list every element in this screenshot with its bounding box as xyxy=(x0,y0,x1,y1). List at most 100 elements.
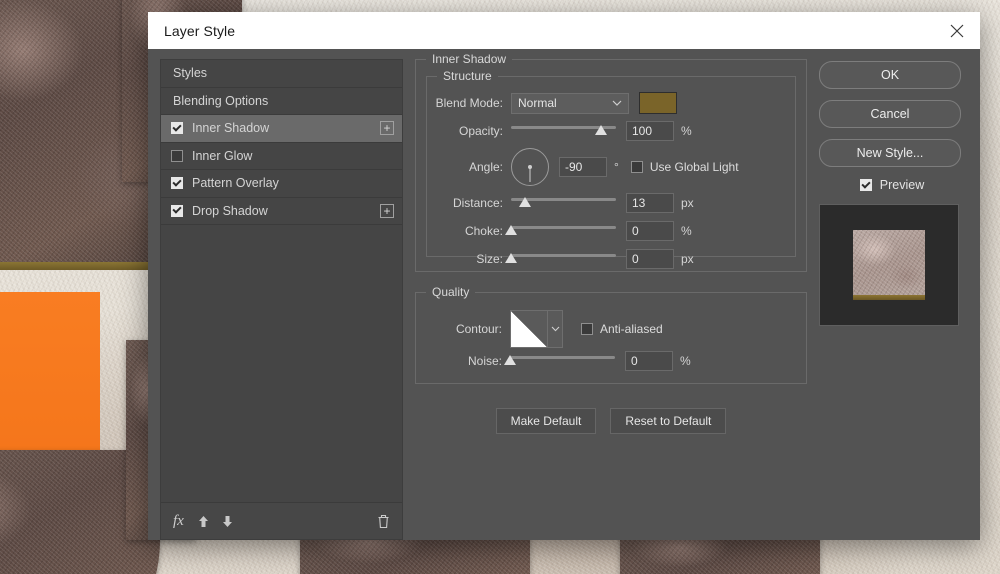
use-global-light-row[interactable]: Use Global Light xyxy=(630,160,739,174)
opacity-slider[interactable] xyxy=(511,122,616,140)
noise-unit: % xyxy=(680,354,691,368)
noise-slider-track xyxy=(510,356,615,359)
styles-list: Styles Blending Options Inner Shadow + I… xyxy=(161,60,402,502)
use-global-light-label: Use Global Light xyxy=(649,160,739,174)
size-row: Size: 0 px xyxy=(427,247,795,271)
blend-mode-row: Blend Mode: Normal xyxy=(427,91,795,115)
angle-unit: ° xyxy=(614,160,619,174)
noise-slider-thumb[interactable] xyxy=(504,355,516,365)
contour-label: Contour: xyxy=(455,322,502,336)
sidebar-item-inner-shadow[interactable]: Inner Shadow + xyxy=(161,115,402,143)
angle-dial[interactable] xyxy=(511,148,549,186)
anti-aliased-label: Anti-aliased xyxy=(600,322,663,336)
quality-group-title: Quality xyxy=(426,285,476,299)
size-slider-thumb[interactable] xyxy=(505,253,517,263)
effect-settings-panel: Inner Shadow Structure Blend Mode: Norma… xyxy=(415,52,807,540)
choke-slider[interactable] xyxy=(505,222,616,240)
pattern-overlay-checkbox[interactable] xyxy=(171,177,183,190)
sidebar-item-blending-options[interactable]: Blending Options xyxy=(161,88,402,115)
screen: Layer Style Styles Blending Options Inne… xyxy=(0,0,1000,574)
structure-group: Structure Blend Mode: Normal Opacity: 10… xyxy=(426,69,796,269)
preview-checkbox[interactable] xyxy=(859,179,872,191)
contour-preview[interactable] xyxy=(510,310,548,348)
default-buttons-row: Make Default Reset to Default xyxy=(415,408,807,434)
fx-icon[interactable]: fx xyxy=(173,513,184,530)
add-drop-shadow-icon[interactable]: + xyxy=(380,203,394,218)
sidebar-item-drop-shadow[interactable]: Drop Shadow + xyxy=(161,198,402,225)
inner-glow-checkbox[interactable] xyxy=(171,149,183,162)
inner-shadow-group-title: Inner Shadow xyxy=(426,52,513,66)
sidebar-item-pattern-overlay[interactable]: Pattern Overlay xyxy=(161,170,402,198)
angle-input[interactable]: -90 xyxy=(559,157,607,177)
choke-slider-track xyxy=(511,226,616,229)
distance-slider[interactable] xyxy=(511,194,616,212)
preview-toggle-row[interactable]: Preview xyxy=(819,178,965,192)
chevron-down-icon xyxy=(612,100,622,107)
preview-gold-edge xyxy=(853,295,925,300)
styles-footer-toolbar: fx xyxy=(161,502,402,539)
inner-shadow-checkbox[interactable] xyxy=(171,122,183,135)
make-default-button[interactable]: Make Default xyxy=(495,408,597,434)
inner-shadow-group: Inner Shadow Structure Blend Mode: Norma… xyxy=(415,52,807,272)
structure-group-title: Structure xyxy=(437,69,498,83)
trash-icon[interactable] xyxy=(377,514,390,529)
arrow-down-icon[interactable] xyxy=(222,515,233,528)
angle-label: Angle: xyxy=(468,160,503,174)
close-icon[interactable] xyxy=(934,12,980,49)
sidebar-item-inner-glow[interactable]: Inner Glow xyxy=(161,143,402,170)
orange-block xyxy=(0,292,100,474)
choke-slider-thumb[interactable] xyxy=(505,225,517,235)
drop-shadow-checkbox[interactable] xyxy=(171,204,183,217)
distance-label: Distance: xyxy=(452,196,503,210)
sidebar-item-label: Blending Options xyxy=(173,93,269,108)
noise-row: Noise: 0 % xyxy=(426,349,796,373)
anti-aliased-checkbox[interactable] xyxy=(581,323,593,335)
anti-aliased-row[interactable]: Anti-aliased xyxy=(581,322,663,336)
choke-unit: % xyxy=(681,224,692,238)
shadow-color-swatch[interactable] xyxy=(639,92,677,114)
noise-input[interactable]: 0 xyxy=(625,351,673,371)
angle-row: Angle: -90 ° Use Global Light xyxy=(427,147,795,187)
cancel-button[interactable]: Cancel xyxy=(819,100,961,128)
dialog-body: Styles Blending Options Inner Shadow + I… xyxy=(148,49,980,540)
distance-unit: px xyxy=(681,196,694,210)
distance-input[interactable]: 13 xyxy=(626,193,674,213)
new-style-button[interactable]: New Style... xyxy=(819,139,961,167)
reset-to-default-button[interactable]: Reset to Default xyxy=(610,408,727,434)
noise-slider[interactable] xyxy=(504,352,615,370)
dialog-titlebar: Layer Style xyxy=(148,12,980,49)
distance-slider-thumb[interactable] xyxy=(518,197,531,207)
dialog-actions-panel: OK Cancel New Style... Preview xyxy=(819,59,965,540)
noise-label: Noise: xyxy=(467,354,502,368)
opacity-row: Opacity: 100 % xyxy=(427,119,795,143)
arrow-up-icon[interactable] xyxy=(198,515,209,528)
use-global-light-checkbox[interactable] xyxy=(630,161,643,173)
size-unit: px xyxy=(681,252,694,266)
sidebar-item-label: Styles xyxy=(173,66,208,81)
sidebar-item-label: Inner Glow xyxy=(192,148,253,163)
choke-input[interactable]: 0 xyxy=(626,221,674,241)
styles-panel: Styles Blending Options Inner Shadow + I… xyxy=(160,59,403,540)
add-inner-shadow-icon[interactable]: + xyxy=(380,121,394,136)
size-slider-track xyxy=(511,254,616,257)
sidebar-item-styles[interactable]: Styles xyxy=(161,60,402,88)
ok-button[interactable]: OK xyxy=(819,61,961,89)
dialog-title: Layer Style xyxy=(164,22,236,39)
blend-mode-select[interactable]: Normal xyxy=(511,92,629,114)
size-label: Size: xyxy=(476,252,503,266)
opacity-slider-thumb[interactable] xyxy=(595,125,608,135)
contour-dropdown-button[interactable] xyxy=(548,310,563,348)
blend-mode-label: Blend Mode: xyxy=(435,96,503,110)
opacity-label: Opacity: xyxy=(458,124,503,138)
sidebar-item-label: Drop Shadow xyxy=(192,203,268,218)
choke-row: Choke: 0 % xyxy=(427,219,795,243)
quality-group: Quality Contour: Anti-aliased Noise: 0 % xyxy=(415,285,807,384)
opacity-input[interactable]: 100 xyxy=(626,121,674,141)
size-input[interactable]: 0 xyxy=(626,249,674,269)
blend-mode-value: Normal xyxy=(518,96,557,110)
sidebar-item-label: Inner Shadow xyxy=(192,121,270,136)
size-slider[interactable] xyxy=(505,250,616,268)
layer-style-dialog: Layer Style Styles Blending Options Inne… xyxy=(148,12,980,540)
contour-row: Contour: Anti-aliased xyxy=(426,309,796,349)
sidebar-item-label: Pattern Overlay xyxy=(192,176,279,191)
